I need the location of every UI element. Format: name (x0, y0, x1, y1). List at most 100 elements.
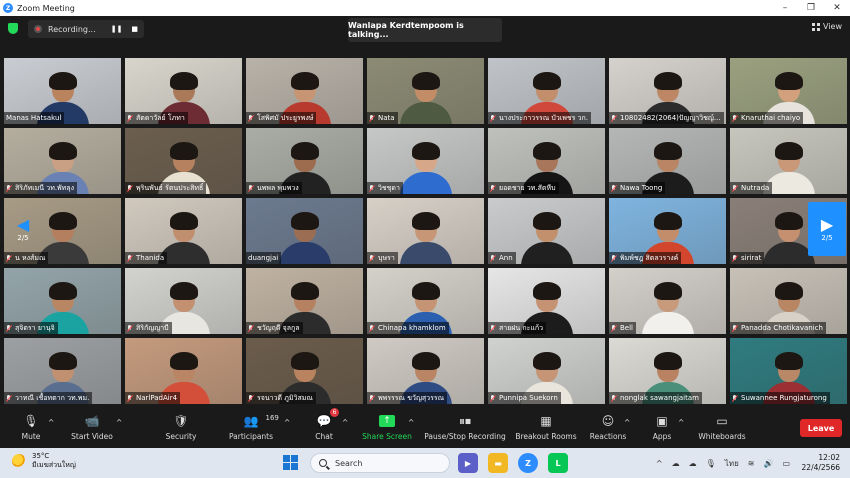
participant-tile[interactable]: ชวัญฤดี จุลกูล (246, 268, 363, 334)
breakout-rooms-button[interactable]: ▦ Breakout Rooms (515, 412, 576, 446)
participant-hair (169, 352, 198, 370)
participants-button[interactable]: 👥 169 Participants (228, 412, 279, 446)
participant-tile[interactable]: 10802482(2064)ปัญญาวิชญ์... (609, 58, 726, 124)
taskbar-search[interactable]: Search (310, 453, 450, 473)
taskbar-clock[interactable]: 12:02 22/4/2566 (802, 453, 840, 473)
battery-icon[interactable]: ▭ (782, 459, 790, 468)
encryption-shield-icon[interactable] (8, 23, 18, 34)
participant-tile[interactable]: ยอดชาย วท.สัตหีบ (488, 128, 605, 194)
participant-name-bar: พุรินพันธ์ รัตนประสิทธิ์ (125, 182, 207, 194)
participant-tile[interactable]: พิมพ์ชฎ สิตลวรางค์ (609, 198, 726, 264)
meet-app-icon[interactable]: ▶ (458, 453, 478, 473)
close-button[interactable]: ✕ (824, 0, 850, 16)
whiteboard-icon: ▭ (716, 414, 728, 428)
security-label: Security (165, 432, 197, 441)
windows-start-icon[interactable] (283, 455, 299, 471)
participant-tile[interactable]: Thanida (125, 198, 242, 264)
participant-tile[interactable]: Chinapa khamklom (367, 268, 484, 334)
participant-tile[interactable]: Nutrada (730, 128, 847, 194)
zoom-taskbar-icon[interactable]: Z (518, 453, 538, 473)
previous-page-button[interactable]: ◀ 2/5 (4, 202, 42, 256)
share-screen-button[interactable]: ↑ Share Screen (362, 412, 412, 446)
network-drive-icon[interactable]: ☁ (672, 459, 680, 468)
participant-video (396, 138, 456, 194)
participant-tile[interactable]: สิริกัญญาบี (125, 268, 242, 334)
participant-name: duangjai (248, 254, 279, 262)
view-button[interactable]: View (812, 22, 842, 31)
onedrive-icon[interactable]: ☁ (689, 459, 697, 468)
participant-tile[interactable]: พพรรรณ ขวัญสุวรรณ (367, 338, 484, 404)
participant-tile[interactable]: สุจิตรา ยานุจิ (4, 268, 121, 334)
participant-tile[interactable]: สายฝน กะแก้ว (488, 268, 605, 334)
share-options-caret[interactable]: ^ (408, 418, 414, 452)
participant-tile[interactable]: Nata (367, 58, 484, 124)
participant-tile[interactable]: Suwannee Rungjaturong (730, 338, 847, 404)
participant-tile[interactable]: สัตดาวัลย์ โภทา (125, 58, 242, 124)
participant-tile[interactable]: duangjai (246, 198, 363, 264)
pause-stop-icon: ⏸⏹ (458, 413, 471, 428)
participants-options-caret[interactable]: ^ (284, 418, 290, 452)
mute-button[interactable]: 🎙 Mute (18, 412, 44, 446)
participant-tile[interactable]: Knaruthai chaiyo (730, 58, 847, 124)
participant-name-bar: Knaruthai chaiyo (730, 112, 804, 124)
audio-options-caret[interactable]: ^ (48, 418, 54, 452)
microphone-tray-icon[interactable]: 🎙 (706, 459, 716, 468)
participant-tile[interactable]: นพพล พุมพวง (246, 128, 363, 194)
pause-recording-icon[interactable]: ❚❚ (110, 22, 124, 36)
participant-name: พพรรรณ ขวัญสุวรรณ (378, 394, 445, 402)
muted-mic-icon (248, 324, 254, 332)
participant-tile[interactable]: นางประกาวรรณ บัวเพชร วก. (488, 58, 605, 124)
participant-name-bar: Nutrada (730, 182, 773, 194)
language-indicator[interactable]: ไทย (725, 457, 739, 470)
line-app-icon[interactable]: L (548, 453, 568, 473)
participant-tile[interactable]: วิชชุดา (367, 128, 484, 194)
participant-tile[interactable]: Nawa Toong (609, 128, 726, 194)
volume-icon[interactable]: 🔊 (763, 459, 773, 468)
wifi-icon[interactable]: ≋ (748, 459, 755, 468)
participant-tile[interactable]: สิริภัทเมนี วท.พัทลุง (4, 128, 121, 194)
participant-hair (532, 352, 561, 370)
start-video-button[interactable]: 📹 Start Video (70, 412, 114, 446)
participant-tile[interactable]: รจนาวดี ภูมิวิสมณ (246, 338, 363, 404)
apps-button[interactable]: ▣ Apps (652, 412, 672, 446)
participant-tile[interactable]: Bell (609, 268, 726, 334)
participant-tile[interactable]: โสพิศมั ประยูรพงษ์ (246, 58, 363, 124)
participant-video (638, 278, 698, 334)
participant-hair (532, 212, 561, 230)
participant-tile[interactable]: NarlPadAir4 (125, 338, 242, 404)
participant-hair (653, 282, 682, 300)
participant-tile[interactable]: nonglak sawangjaitam (609, 338, 726, 404)
participant-tile[interactable]: Punnipa Suekorn (488, 338, 605, 404)
video-options-caret[interactable]: ^ (116, 418, 122, 452)
whiteboards-button[interactable]: ▭ Whiteboards (698, 412, 746, 446)
security-button[interactable]: 🛡 Security (165, 412, 197, 446)
participant-tile[interactable]: Panadda Chotikavanich (730, 268, 847, 334)
stop-recording-icon[interactable]: ■ (128, 22, 142, 36)
participant-name-bar: Bell (609, 322, 636, 334)
file-explorer-icon[interactable]: ▬ (488, 453, 508, 473)
participant-tile[interactable]: Ann (488, 198, 605, 264)
weather-widget[interactable]: 35°C มีเมฆส่วนใหญ่ (12, 452, 76, 470)
tray-overflow-icon[interactable]: ^ (656, 459, 663, 468)
pause-stop-recording-button[interactable]: ⏸⏹ Pause/Stop Recording (424, 412, 506, 446)
participant-tile[interactable]: บุษรา (367, 198, 484, 264)
participant-tile[interactable]: Manas Hatsakul (4, 58, 121, 124)
participant-name: Chinapa khamklom (378, 324, 446, 332)
participant-tile[interactable]: พุรินพันธ์ รัตนประสิทธิ์ (125, 128, 242, 194)
maximize-button[interactable]: ❐ (798, 0, 824, 16)
muted-mic-icon (490, 254, 496, 262)
next-page-button[interactable]: ▶ 2/5 (808, 202, 846, 256)
muted-mic-icon (611, 324, 617, 332)
participant-name: สิริกัญญาบี (136, 324, 169, 332)
minimize-button[interactable]: – (772, 0, 798, 16)
leave-button[interactable]: Leave (800, 419, 842, 437)
apps-options-caret[interactable]: ^ (678, 418, 684, 452)
chat-options-caret[interactable]: ^ (342, 418, 348, 452)
participant-body (399, 172, 452, 194)
reactions-options-caret[interactable]: ^ (624, 418, 630, 452)
sun-cloud-icon (12, 454, 26, 468)
reactions-button[interactable]: ☺ Reactions (590, 412, 626, 446)
participant-hair (653, 212, 682, 230)
chat-button[interactable]: 💬 6 Chat (312, 408, 340, 446)
participant-tile[interactable]: วาทณี เชื้อทตาก วท.พม. (4, 338, 121, 404)
